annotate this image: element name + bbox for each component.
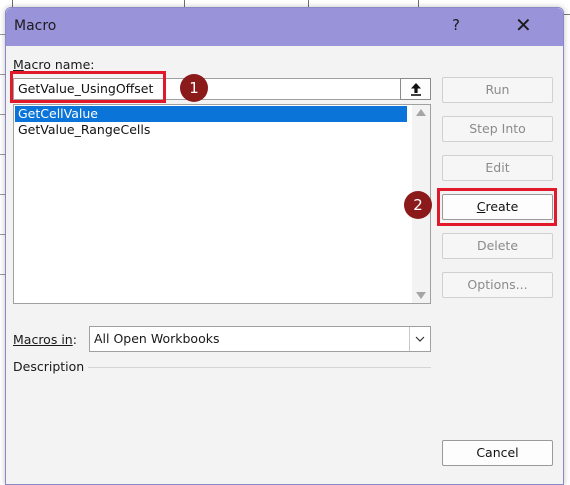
cancel-button[interactable]: Cancel bbox=[442, 440, 553, 466]
list-item[interactable]: GetCellValue bbox=[15, 106, 407, 122]
macro-list[interactable]: GetCellValue GetValue_RangeCells bbox=[13, 104, 431, 304]
description-divider bbox=[88, 367, 431, 368]
macro-dialog: Macro ? ✕ Macro name: GetValue_UsingOffs… bbox=[5, 7, 564, 485]
step-badge-2: 2 bbox=[404, 191, 432, 219]
delete-button[interactable]: Delete bbox=[442, 233, 553, 259]
macro-name-input[interactable]: GetValue_UsingOffset bbox=[13, 78, 431, 100]
run-button[interactable]: Run bbox=[442, 77, 553, 103]
create-button[interactable]: Create bbox=[442, 194, 553, 220]
options-button[interactable]: Options... bbox=[442, 272, 553, 298]
arrow-up-to-line-icon bbox=[410, 83, 421, 96]
scroll-up-arrow-icon[interactable] bbox=[416, 109, 426, 116]
edit-button[interactable]: Edit bbox=[442, 155, 553, 181]
macros-in-value: All Open Workbooks bbox=[94, 331, 220, 346]
scroll-down-arrow-icon[interactable] bbox=[416, 292, 426, 299]
title-bar: Macro ? ✕ bbox=[6, 8, 563, 46]
help-button[interactable]: ? bbox=[452, 16, 460, 34]
macro-name-label: Macro name: bbox=[13, 57, 95, 72]
list-item[interactable]: GetValue_RangeCells bbox=[15, 122, 407, 138]
chevron-down-icon[interactable] bbox=[409, 327, 430, 351]
close-button[interactable]: ✕ bbox=[515, 13, 532, 37]
upload-button[interactable] bbox=[400, 78, 431, 100]
macros-in-select[interactable]: All Open Workbooks bbox=[89, 326, 431, 352]
step-badge-1: 1 bbox=[180, 74, 208, 102]
dialog-title: Macro bbox=[14, 18, 57, 34]
description-label: Description bbox=[13, 359, 85, 374]
macros-in-label: Macros in: bbox=[13, 332, 77, 347]
step-into-button[interactable]: Step Into bbox=[442, 116, 553, 142]
